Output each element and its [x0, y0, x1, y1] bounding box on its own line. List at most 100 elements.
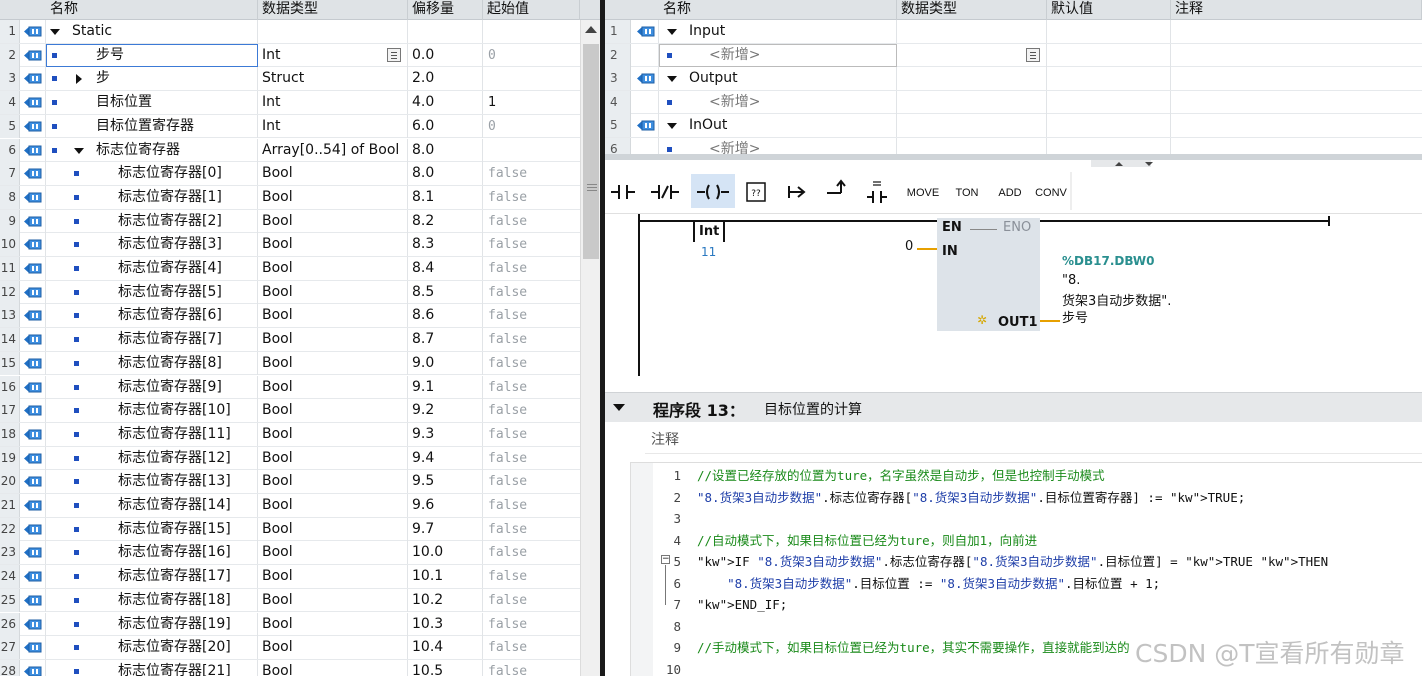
name-cell[interactable]: 标志位寄存器[14] — [46, 494, 258, 517]
ton-button[interactable]: TON — [955, 187, 978, 199]
collapse-icon[interactable] — [667, 29, 677, 35]
datatype-cell[interactable]: Int — [258, 43, 408, 67]
network-comment[interactable]: 注释 — [645, 424, 1422, 454]
code-line[interactable]: 5 "kw">IF "8.货架3自动步数据".标志位寄存器["8.货架3自动步数据… — [653, 551, 1422, 573]
table-row[interactable]: 17 标志位寄存器[10] Bool 9.2 false — [0, 399, 580, 423]
start-value-cell[interactable]: false — [483, 376, 580, 399]
row-number[interactable]: 2 — [605, 43, 631, 67]
start-value-cell[interactable] — [483, 67, 580, 90]
interface-datatype-cell[interactable] — [897, 67, 1047, 90]
interface-comment-cell[interactable] — [1171, 20, 1422, 43]
start-value-cell[interactable]: false — [483, 186, 580, 209]
row-number[interactable]: 2 — [0, 43, 20, 67]
datatype-cell[interactable]: Bool — [258, 612, 408, 636]
name-cell[interactable]: 标志位寄存器[11] — [46, 422, 258, 446]
add-button[interactable]: ADD — [998, 187, 1021, 199]
row-number[interactable]: 6 — [0, 138, 20, 162]
table-row[interactable]: 13 标志位寄存器[6] Bool 8.6 false — [0, 304, 580, 329]
name-cell[interactable]: 标志位寄存器[9] — [46, 375, 258, 399]
start-value-cell[interactable]: false — [483, 399, 580, 422]
name-edit-box[interactable] — [46, 43, 258, 67]
interface-header-default[interactable]: 默认值 — [1047, 0, 1171, 20]
code-line[interactable]: 1 //设置已经存放的位置为ture，名字虽然是自动步，但是也控制手动模式 — [653, 465, 1422, 487]
start-value-cell[interactable]: false — [483, 565, 580, 588]
code-line[interactable]: 4 //自动模式下，如果目标位置已经为ture，则自加1，向前进 — [653, 530, 1422, 552]
datatype-cell[interactable]: Bool — [258, 494, 408, 517]
interface-default-cell[interactable] — [1047, 90, 1171, 114]
start-value-cell[interactable]: false — [483, 518, 580, 541]
row-number[interactable]: 25 — [0, 588, 20, 612]
collapse-icon[interactable] — [50, 29, 60, 35]
collapse-icon[interactable] — [667, 76, 677, 82]
start-value-cell[interactable]: false — [483, 447, 580, 470]
interface-new-row[interactable]: 2 <新增> — [605, 43, 1422, 67]
header-name[interactable]: 名称 — [46, 0, 258, 20]
interface-name-cell[interactable]: <新增> — [659, 90, 897, 114]
row-number[interactable]: 26 — [0, 612, 20, 636]
interface-comment-cell[interactable] — [1171, 44, 1422, 67]
interface-section-row[interactable]: 5 InOut — [605, 114, 1422, 138]
move-function-box[interactable]: EN ENO IN ✲ OUT1 — [937, 218, 1040, 331]
interface-comment-cell[interactable] — [1171, 91, 1422, 114]
name-cell[interactable]: 标志位寄存器[12] — [46, 446, 258, 470]
header-start-value[interactable]: 起始值 — [483, 0, 580, 20]
datatype-cell[interactable]: Bool — [258, 375, 408, 399]
start-value-cell[interactable]: false — [483, 636, 580, 659]
name-cell[interactable]: 标志位寄存器[10] — [46, 399, 258, 423]
datatype-cell[interactable]: Bool — [258, 209, 408, 233]
interface-datatype-cell[interactable] — [897, 43, 1047, 67]
start-value-cell[interactable]: false — [483, 210, 580, 233]
start-value-cell[interactable]: false — [483, 352, 580, 375]
table-row[interactable]: 10 标志位寄存器[3] Bool 8.3 false — [0, 233, 580, 257]
interface-name-cell[interactable]: Output — [659, 67, 897, 90]
table-row[interactable]: 23 标志位寄存器[16] Bool 10.0 false — [0, 541, 580, 566]
row-number[interactable]: 20 — [0, 470, 20, 494]
start-value-cell[interactable]: false — [483, 257, 580, 280]
datatype-cell[interactable]: Bool — [258, 636, 408, 660]
row-number[interactable]: 13 — [0, 304, 20, 328]
datatype-cell[interactable]: Bool — [258, 257, 408, 280]
interface-datatype-cell[interactable] — [897, 114, 1047, 137]
name-cell[interactable]: Static — [46, 20, 258, 43]
table-row[interactable]: 11 标志位寄存器[4] Bool 8.4 false — [0, 257, 580, 281]
table-row[interactable]: 7 标志位寄存器[0] Bool 8.0 false — [0, 162, 580, 186]
name-cell[interactable]: 标志位寄存器[13] — [46, 470, 258, 494]
network-13-header[interactable]: 程序段 13： 目标位置的计算 — [605, 392, 1422, 422]
name-cell[interactable]: 标志位寄存器[15] — [46, 517, 258, 541]
header-datatype[interactable]: 数据类型 — [258, 0, 408, 20]
code-line[interactable]: 2 "8.货架3自动步数据".标志位寄存器["8.货架3自动步数据".目标位置寄存… — [653, 487, 1422, 509]
name-cell[interactable]: 标志位寄存器[20] — [46, 636, 258, 660]
interface-name-cell[interactable]: Input — [659, 20, 897, 43]
row-number[interactable]: 28 — [0, 659, 20, 676]
start-value-cell[interactable]: false — [483, 162, 580, 185]
datatype-cell[interactable]: Bool — [258, 517, 408, 541]
table-row[interactable]: 24 标志位寄存器[17] Bool 10.1 false — [0, 565, 580, 589]
table-row[interactable]: 3 步 Struct 2.0 — [0, 67, 580, 92]
datatype-cell[interactable]: Bool — [258, 280, 408, 304]
table-row[interactable]: 22 标志位寄存器[15] Bool 9.7 false — [0, 517, 580, 542]
table-row[interactable]: 5 目标位置寄存器 Int 6.0 0 — [0, 114, 580, 139]
conv-button[interactable]: CONV — [1035, 187, 1067, 199]
row-number[interactable]: 24 — [0, 565, 20, 589]
table-row[interactable]: 8 标志位寄存器[1] Bool 8.1 false — [0, 185, 580, 210]
name-cell[interactable]: 标志位寄存器[1] — [46, 185, 258, 209]
table-row[interactable]: 25 标志位寄存器[18] Bool 10.2 false — [0, 588, 580, 613]
row-number[interactable]: 5 — [0, 114, 20, 138]
table-row[interactable]: 2 步号 Int 0.0 0 — [0, 43, 580, 68]
name-cell[interactable]: 目标位置寄存器 — [46, 114, 258, 138]
name-cell[interactable]: 目标位置 — [46, 91, 258, 115]
datatype-cell[interactable]: Array[0..54] of Bool — [258, 138, 408, 162]
code-line[interactable]: 6 "8.货架3自动步数据".目标位置 := "8.货架3自动步数据".目标位置… — [653, 573, 1422, 595]
datatype-cell[interactable]: Bool — [258, 588, 408, 612]
row-number[interactable]: 5 — [605, 114, 631, 137]
row-number[interactable]: 19 — [0, 446, 20, 470]
compare-icon[interactable] — [867, 181, 887, 203]
compare-value[interactable]: 11 — [701, 245, 716, 259]
row-number[interactable]: 1 — [605, 20, 631, 43]
header-offset[interactable]: 偏移量 — [408, 0, 483, 20]
table-row[interactable]: 27 标志位寄存器[20] Bool 10.4 false — [0, 636, 580, 660]
datatype-cell[interactable]: Bool — [258, 659, 408, 676]
row-number[interactable]: 4 — [0, 91, 20, 115]
row-number[interactable]: 12 — [0, 280, 20, 304]
start-value-cell[interactable]: false — [483, 328, 580, 351]
